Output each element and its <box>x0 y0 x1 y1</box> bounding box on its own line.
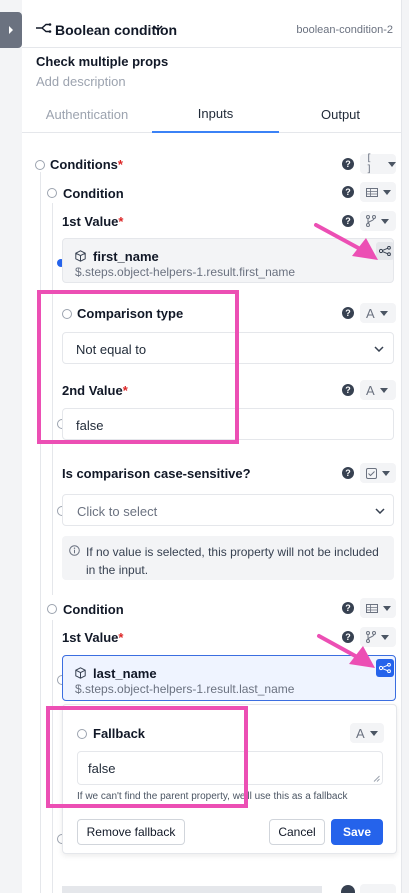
tab-bar: Authentication Inputs Output <box>22 96 401 133</box>
table-icon <box>366 603 378 613</box>
chevron-right-icon <box>9 26 13 34</box>
chevron-down-icon <box>375 508 385 514</box>
condition-radio[interactable] <box>47 188 57 198</box>
case-sensitive-label: Is comparison case-sensitive? <box>62 466 251 481</box>
info-text: If no value is selected, this property w… <box>86 545 379 577</box>
chevron-down-icon <box>374 346 384 352</box>
help-icon[interactable]: ? <box>342 186 354 198</box>
chevron-down-icon[interactable] <box>153 25 163 31</box>
remove-fallback-button[interactable]: Remove fallback <box>77 819 185 845</box>
reference-path: $.steps.object-helpers-1.result.first_na… <box>75 265 296 279</box>
reference-name: first_name <box>93 249 159 264</box>
help-icon <box>341 885 355 893</box>
annotation-arrow-icon <box>317 634 375 668</box>
condition-label: Condition <box>63 602 124 617</box>
step-title[interactable]: Check multiple props <box>36 54 168 69</box>
cancel-button[interactable]: Cancel <box>269 819 325 845</box>
share-nodes-icon <box>379 663 391 673</box>
case-sensitive-placeholder: Click to select <box>77 504 158 519</box>
type-selector[interactable]: A <box>360 303 396 323</box>
save-button[interactable]: Save <box>331 819 383 845</box>
reference-path: $.steps.object-helpers-1.result.last_nam… <box>75 682 295 696</box>
sidebar-collapse-toggle[interactable] <box>0 12 22 48</box>
step-id: boolean-condition-2 <box>296 24 393 36</box>
condition-label: Condition <box>63 186 124 201</box>
help-icon[interactable]: ? <box>342 384 354 396</box>
table-icon <box>366 187 378 197</box>
tab-output[interactable]: Output <box>279 96 401 133</box>
step-header: Boolean condition boolean-condition-2 <box>22 0 401 48</box>
step-description-input[interactable]: Add description <box>36 74 126 89</box>
text-type-icon: A <box>356 725 365 741</box>
next-row-peek <box>62 886 322 893</box>
text-type-icon: A <box>366 382 375 398</box>
type-selector[interactable]: A <box>350 723 384 743</box>
resize-handle-icon[interactable] <box>373 775 380 782</box>
case-sensitive-select[interactable]: Click to select <box>62 494 394 526</box>
type-selector[interactable] <box>360 463 396 483</box>
array-type-icon: [ ] <box>366 153 373 175</box>
tree-line <box>40 172 41 893</box>
tab-authentication[interactable]: Authentication <box>22 96 152 133</box>
condition-branch-icon <box>36 23 52 33</box>
tab-inputs[interactable]: Inputs <box>152 96 279 133</box>
type-selector <box>360 884 396 893</box>
help-icon[interactable]: ? <box>342 307 354 319</box>
info-note: If no value is selected, this property w… <box>62 536 394 580</box>
highlight-box <box>37 290 239 444</box>
help-icon[interactable]: ? <box>342 158 354 170</box>
cube-icon <box>75 250 86 262</box>
help-icon[interactable]: ? <box>342 602 354 614</box>
first-value-label: 1st Value* <box>62 214 124 229</box>
conditions-radio[interactable] <box>35 160 45 170</box>
step-config-panel: Boolean condition boolean-condition-2 Ch… <box>22 0 402 893</box>
type-selector[interactable]: A <box>360 380 396 400</box>
annotation-arrow-icon <box>314 223 378 260</box>
conditions-label: Conditions* <box>50 157 123 172</box>
info-icon <box>69 545 80 556</box>
type-selector[interactable] <box>360 182 396 202</box>
text-type-icon: A <box>366 305 375 321</box>
type-selector[interactable]: [ ] <box>360 153 396 175</box>
type-selector[interactable] <box>360 598 396 618</box>
condition-radio[interactable] <box>47 604 57 614</box>
help-icon[interactable]: ? <box>342 467 354 479</box>
checkbox-icon <box>366 467 377 479</box>
reference-name: last_name <box>93 666 157 681</box>
first-value-label: 1st Value* <box>62 630 124 645</box>
cube-icon <box>75 667 86 679</box>
highlight-box <box>46 706 248 808</box>
